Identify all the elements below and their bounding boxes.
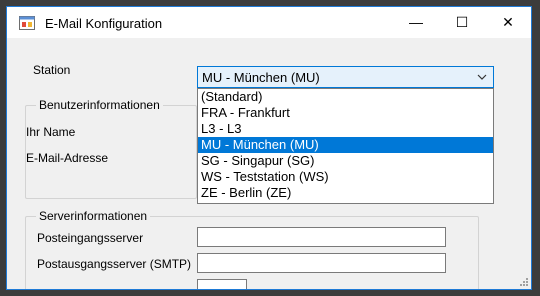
station-option[interactable]: (Standard)	[198, 89, 493, 105]
close-button[interactable]: ✕	[485, 7, 531, 38]
user-info-title: Benutzerinformationen	[36, 98, 163, 112]
window-title: E-Mail Konfiguration	[45, 16, 163, 31]
station-option[interactable]: FRA - Frankfurt	[198, 105, 493, 121]
station-option[interactable]: L3 - L3	[198, 121, 493, 137]
port-input[interactable]	[197, 279, 247, 289]
station-combobox[interactable]: MU - München (MU)	[197, 66, 494, 88]
title-bar[interactable]: E-Mail Konfiguration — ☐ ✕	[7, 7, 531, 38]
incoming-server-label: Posteingangsserver	[37, 231, 144, 245]
dialog-body: Station Benutzerinformationen Ihr Name E…	[7, 38, 531, 289]
station-option-selected[interactable]: MU - München (MU)	[198, 137, 493, 153]
outgoing-server-label: Postausgangsserver (SMTP)	[37, 257, 192, 271]
dialog-window: E-Mail Konfiguration — ☐ ✕ Station Benut…	[6, 6, 532, 290]
maximize-button[interactable]: ☐	[439, 7, 485, 38]
name-label: Ihr Name	[26, 125, 76, 139]
station-selected-value: MU - München (MU)	[202, 70, 320, 85]
station-label: Station	[33, 63, 71, 77]
email-label: E-Mail-Adresse	[26, 151, 109, 165]
chevron-down-icon	[477, 74, 487, 80]
outgoing-server-input[interactable]	[197, 253, 446, 273]
minimize-button[interactable]: —	[393, 7, 439, 38]
incoming-server-input[interactable]	[197, 227, 446, 247]
station-option[interactable]: WS - Teststation (WS)	[198, 169, 493, 185]
user-info-group: Benutzerinformationen Ihr Name E-Mail-Ad…	[25, 98, 197, 199]
station-option[interactable]: SG - Singapur (SG)	[198, 153, 493, 169]
window-app-icon	[19, 16, 35, 30]
resize-grip-icon[interactable]	[519, 277, 529, 287]
server-info-title: Serverinformationen	[36, 209, 151, 223]
station-option[interactable]: ZE - Berlin (ZE)	[198, 185, 493, 201]
station-dropdown-list[interactable]: (Standard) FRA - Frankfurt L3 - L3 MU - …	[197, 88, 494, 204]
